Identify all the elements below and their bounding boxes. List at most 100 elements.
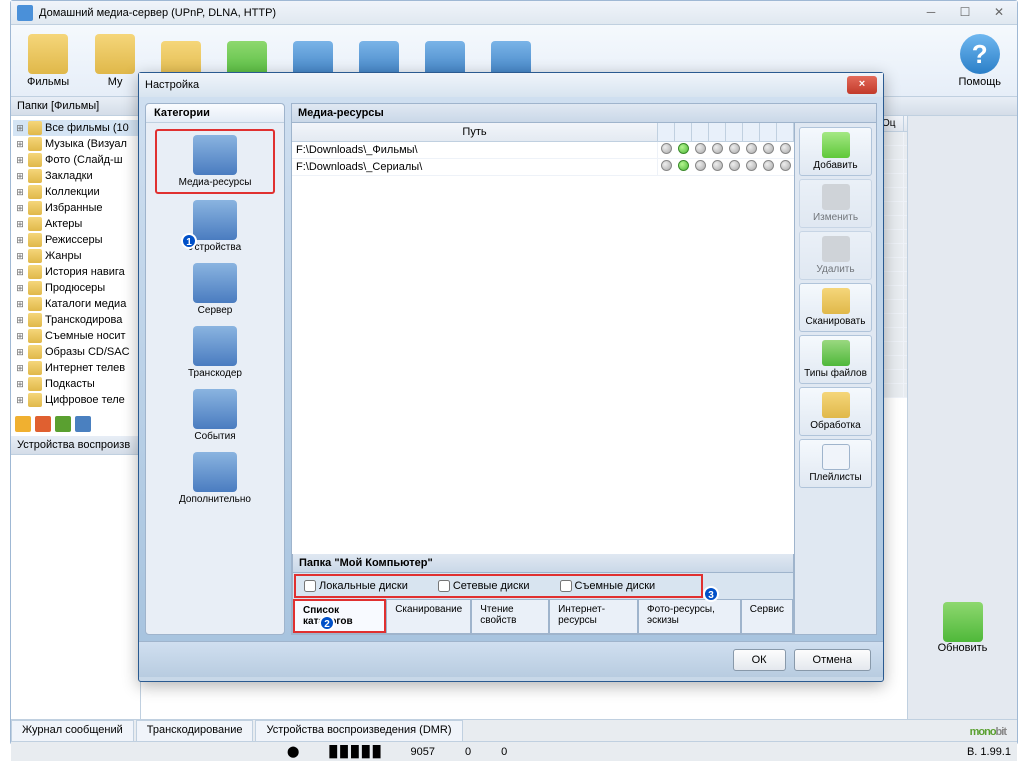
media-row[interactable]: F:\Downloads\_Сериалы\ [292, 159, 794, 176]
col-icon[interactable] [709, 123, 726, 141]
edit-icon [822, 184, 850, 210]
category-item[interactable]: Медиа-ресурсы [155, 129, 275, 194]
refresh-button[interactable]: Обновить [930, 600, 996, 656]
maximize-button[interactable]: ☐ [953, 6, 977, 20]
tree-item[interactable]: ⊞Транскодирова [13, 312, 138, 328]
types-icon [822, 340, 850, 366]
films-icon [28, 34, 68, 74]
small-toolbar [11, 412, 140, 436]
tree-item[interactable]: ⊞Жанры [13, 248, 138, 264]
bottom-tabs: Журнал сообщенийТранскодированиеУстройст… [11, 719, 1017, 741]
tree-item[interactable]: ⊞Съемные носит [13, 328, 138, 344]
dialog-footer: ОК Отмена [139, 641, 883, 677]
folders-panel: ⊞Все фильмы (10⊞Музыка (Визуал⊞Фото (Сла… [11, 116, 141, 719]
disk-checkboxes: Локальные диски Сетевые диски Съемные ди… [294, 574, 703, 598]
categories-header: Категории [146, 104, 284, 123]
col-icon[interactable] [692, 123, 709, 141]
tree-item[interactable]: ⊞Интернет телев [13, 360, 138, 376]
media-list-header: Путь [292, 123, 794, 142]
marker-3: 3 [703, 586, 719, 602]
tree-item[interactable]: ⊞Образы CD/SAC [13, 344, 138, 360]
window-title: Домашний медиа-сервер (UPnP, DLNA, HTTP) [39, 7, 919, 19]
toolbar-films[interactable]: Фильмы [19, 29, 77, 92]
path-column-header[interactable]: Путь [292, 123, 658, 141]
col-icon[interactable] [675, 123, 692, 141]
statusbar: ⬤ █ █ █ █ █ 9057 0 0 B. 1.99.1 [11, 741, 1017, 761]
refresh-panel: Обновить [907, 116, 1017, 719]
delete-button[interactable]: Удалить [799, 231, 872, 280]
categories-panel: Категории Медиа-ресурсыУстройстваСерверТ… [145, 103, 285, 635]
playlists-button[interactable]: Плейлисты [799, 439, 872, 488]
settings-tab[interactable]: Сканирование [386, 599, 471, 633]
category-item[interactable]: Транскодер [155, 322, 275, 383]
small-icon[interactable] [35, 416, 51, 432]
tree-item[interactable]: ⊞Цифровое теле [13, 392, 138, 408]
tree-item[interactable]: ⊞Каталоги медиа [13, 296, 138, 312]
add-button[interactable]: Добавить [799, 127, 872, 176]
settings-tab[interactable]: Фото-ресурсы, эскизы [638, 599, 741, 633]
process-icon [822, 392, 850, 418]
bottom-tab[interactable]: Журнал сообщений [11, 720, 134, 741]
col-icon[interactable] [743, 123, 760, 141]
category-icon [193, 452, 237, 492]
tree-item[interactable]: ⊞Режиссеры [13, 232, 138, 248]
refresh-large-icon [943, 602, 983, 642]
tree-item[interactable]: ⊞Избранные [13, 200, 138, 216]
category-item[interactable]: Устройства [155, 196, 275, 257]
bottom-tab[interactable]: Транскодирование [136, 720, 254, 741]
removable-disks-checkbox[interactable]: Съемные диски [560, 580, 656, 592]
category-icon [193, 263, 237, 303]
col-icon[interactable] [777, 123, 794, 141]
settings-tabs: Список каталоговСканированиеЧтение свойс… [293, 599, 793, 633]
filetypes-button[interactable]: Типы файлов [799, 335, 872, 384]
settings-tab[interactable]: Чтение свойств [471, 599, 549, 633]
folder-section-header: Папка "Мой Компьютер" [293, 554, 793, 573]
small-icon[interactable] [15, 416, 31, 432]
category-icon [193, 389, 237, 429]
marker-1: 1 [181, 233, 197, 249]
cancel-button[interactable]: Отмена [794, 649, 871, 671]
dialog-titlebar: Настройка × [139, 73, 883, 97]
col-icon[interactable] [658, 123, 675, 141]
tree-item[interactable]: ⊞Музыка (Визуал [13, 136, 138, 152]
category-item[interactable]: События [155, 385, 275, 446]
scan-button[interactable]: Сканировать [799, 283, 872, 332]
process-button[interactable]: Обработка [799, 387, 872, 436]
col-icon[interactable] [726, 123, 743, 141]
tree-item[interactable]: ⊞Все фильмы (10 [13, 120, 138, 136]
tree-item[interactable]: ⊞Фото (Слайд-ш [13, 152, 138, 168]
bottom-tab[interactable]: Устройства воспроизведения (DMR) [255, 720, 462, 741]
network-disks-checkbox[interactable]: Сетевые диски [438, 580, 530, 592]
media-panel: Медиа-ресурсы Путь F:\Downloads\_Фильмы\… [291, 103, 877, 635]
tree-item[interactable]: ⊞Закладки [13, 168, 138, 184]
col-icon[interactable] [760, 123, 777, 141]
tree-item[interactable]: ⊞Продюсеры [13, 280, 138, 296]
ok-button[interactable]: ОК [733, 649, 786, 671]
category-icon [193, 135, 237, 175]
dialog-title: Настройка [145, 79, 847, 91]
tree-item[interactable]: ⊞Коллекции [13, 184, 138, 200]
watermark: monobit [970, 719, 1006, 740]
tree-item[interactable]: ⊞История навига [13, 264, 138, 280]
folder-tree[interactable]: ⊞Все фильмы (10⊞Музыка (Визуал⊞Фото (Сла… [11, 116, 140, 412]
tree-item[interactable]: ⊞Актеры [13, 216, 138, 232]
media-list: Путь F:\Downloads\_Фильмы\F:\Downloads\_… [292, 123, 794, 634]
tree-item[interactable]: ⊞Подкасты [13, 376, 138, 392]
dialog-close-button[interactable]: × [847, 76, 877, 94]
media-row[interactable]: F:\Downloads\_Фильмы\ [292, 142, 794, 159]
delete-icon [822, 236, 850, 262]
toolbar-help[interactable]: ?Помощь [951, 29, 1010, 92]
minimize-button[interactable]: ─ [919, 6, 943, 20]
settings-tab[interactable]: Список каталогов [293, 599, 386, 633]
small-icon[interactable] [75, 416, 91, 432]
category-item[interactable]: Сервер [155, 259, 275, 320]
edit-button[interactable]: Изменить [799, 179, 872, 228]
toolbar-music[interactable]: Му [87, 29, 143, 92]
close-button[interactable]: ✕ [987, 6, 1011, 20]
settings-tab[interactable]: Интернет-ресурсы [549, 599, 638, 633]
small-icon[interactable] [55, 416, 71, 432]
playlist-icon [822, 444, 850, 470]
category-item[interactable]: Дополнительно [155, 448, 275, 509]
settings-tab[interactable]: Сервис [741, 599, 793, 633]
local-disks-checkbox[interactable]: Локальные диски [304, 580, 408, 592]
